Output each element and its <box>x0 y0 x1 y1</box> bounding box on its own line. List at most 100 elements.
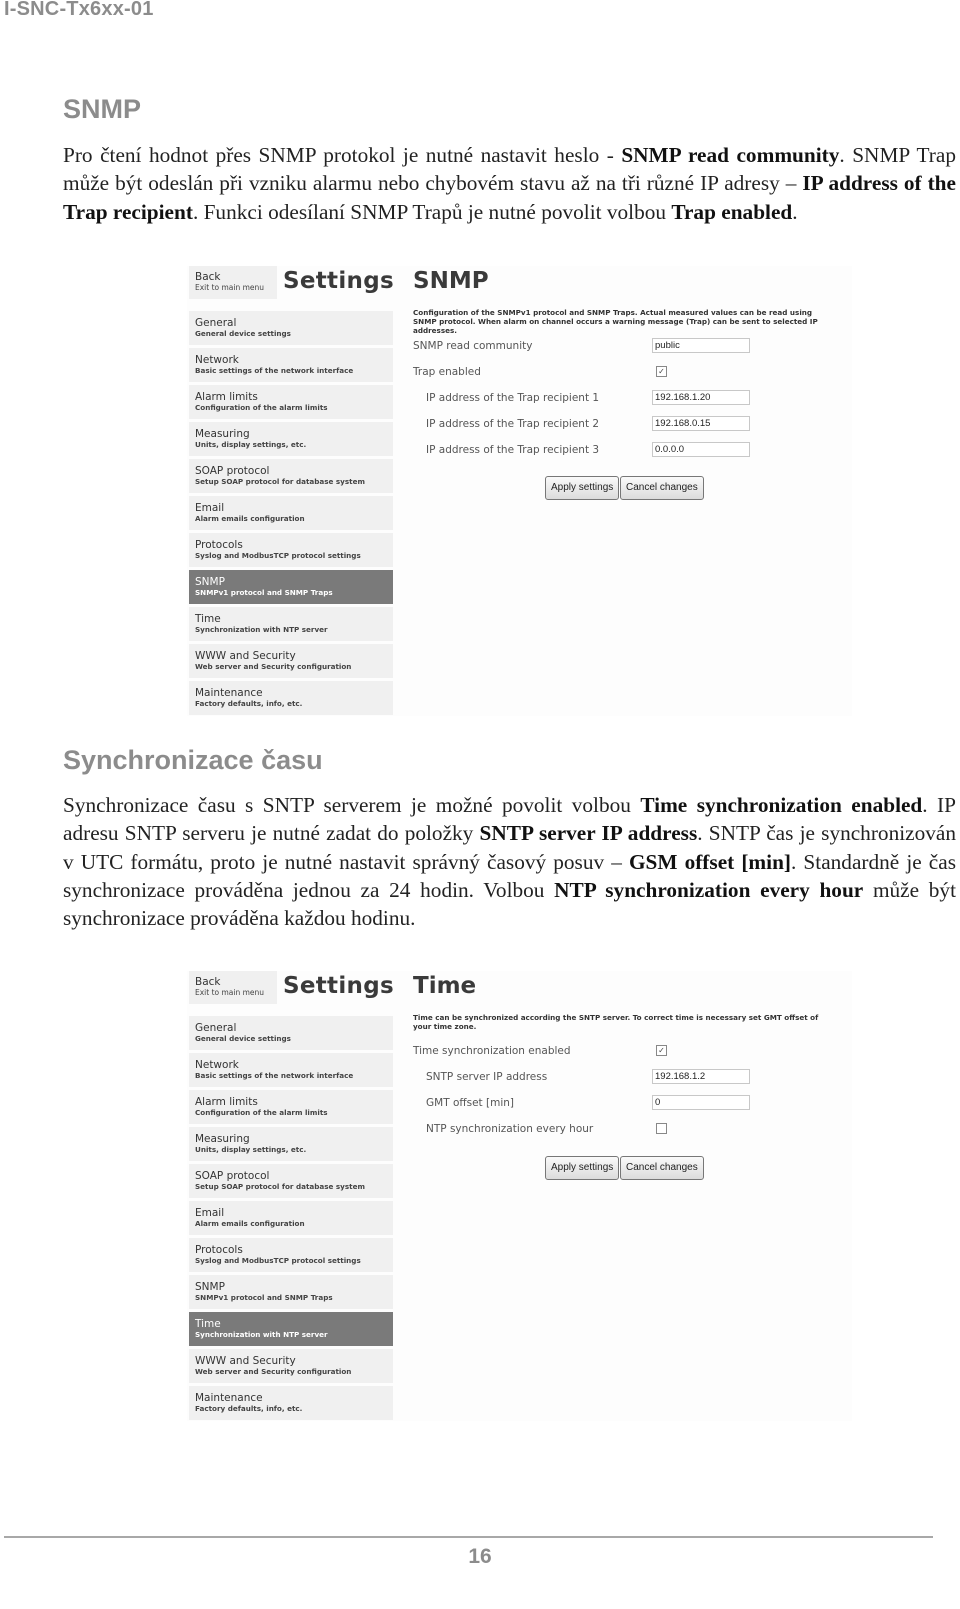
bold-term: SNTP server IP address <box>479 821 698 846</box>
nav-item-title: Network <box>195 354 239 366</box>
nav-item-network[interactable]: Network Basic settings of the network int… <box>189 348 393 382</box>
ntp-every-hour-label: NTP synchronization every hour <box>426 1123 594 1135</box>
nav-item-alarm-limits[interactable]: Alarm limits Configuration of the alarm l… <box>189 1090 393 1124</box>
page-description: Time can be synchronized according the S… <box>413 1013 819 1031</box>
nav-item-measuring[interactable]: Measuring Units, display settings, etc. <box>189 422 393 456</box>
sntp-server-ip-input[interactable] <box>652 1069 750 1084</box>
cancel-changes-button[interactable]: Cancel changes <box>620 476 704 500</box>
trap-recipient-3-input[interactable] <box>652 442 750 457</box>
settings-nav: General General device settings Network Bas… <box>189 1016 393 1423</box>
trap-enabled-label: Trap enabled <box>413 366 481 378</box>
nav-item-email[interactable]: Email Alarm emails configuration <box>189 1201 393 1235</box>
nav-item-general[interactable]: General General device settings <box>189 311 393 345</box>
ntp-every-hour-row: NTP synchronization every hour <box>413 1121 853 1141</box>
nav-item-subtitle: Synchronization with NTP server <box>195 1330 328 1339</box>
trap-recipient-2-label: IP address of the Trap recipient 2 <box>426 418 600 430</box>
trap-recipient-1-input[interactable] <box>652 390 750 405</box>
nav-item-title: SOAP protocol <box>195 465 270 477</box>
page-description: Configuration of the SNMPv1 protocol and… <box>413 308 818 335</box>
nav-item-subtitle: Units, display settings, etc. <box>195 1145 307 1154</box>
bold-term: NTP synchronization every hour <box>554 877 864 902</box>
nav-item-title: Maintenance <box>195 1392 263 1404</box>
snmp-settings-screenshot: Back Exit to main menu Settings General G… <box>187 266 852 716</box>
nav-item-time[interactable]: Time Synchronization with NTP server <box>189 1312 393 1346</box>
nav-item-protocols[interactable]: Protocols Syslog and ModbusTCP protocol s… <box>189 1238 393 1272</box>
nav-item-subtitle: Setup SOAP protocol for database system <box>195 1182 365 1191</box>
settings-nav: General General device settings Network Bas… <box>189 311 393 718</box>
nav-item-title: Maintenance <box>195 687 263 699</box>
footer-divider <box>4 1536 933 1538</box>
nav-item-subtitle: Basic settings of the network interface <box>195 366 354 375</box>
nav-item-email[interactable]: Email Alarm emails configuration <box>189 496 393 530</box>
nav-item-network[interactable]: Network Basic settings of the network int… <box>189 1053 393 1087</box>
gmt-offset-input[interactable] <box>652 1095 750 1110</box>
nav-item-subtitle: Synchronization with NTP server <box>195 625 328 634</box>
nav-item-title: WWW and Security <box>195 1355 296 1367</box>
nav-item-alarm-limits[interactable]: Alarm limits Configuration of the alarm l… <box>189 385 393 419</box>
nav-item-subtitle: Configuration of the alarm limits <box>195 1108 328 1117</box>
nav-item-www-and-security[interactable]: WWW and Security Web server and Security … <box>189 1349 393 1383</box>
nav-item-title: Protocols <box>195 539 243 551</box>
time-sync-enabled-label: Time synchronization enabled <box>413 1045 571 1057</box>
nav-item-soap-protocol[interactable]: SOAP protocol Setup SOAP protocol for dat… <box>189 459 393 493</box>
back-title: Back <box>195 271 221 283</box>
trap-recipient-3-label: IP address of the Trap recipient 3 <box>426 444 600 456</box>
nav-item-title: SOAP protocol <box>195 1170 270 1182</box>
ntp-every-hour-checkbox[interactable] <box>656 1123 667 1134</box>
nav-item-general[interactable]: General General device settings <box>189 1016 393 1050</box>
nav-item-www-and-security[interactable]: WWW and Security Web server and Security … <box>189 644 393 678</box>
page-number: 16 <box>468 1545 492 1568</box>
nav-item-title: Time <box>195 1318 221 1330</box>
time-sync-enabled-row: Time synchronization enabled ✓ <box>413 1043 853 1063</box>
snmp-read-community-label: SNMP read community <box>413 340 533 352</box>
nav-item-title: General <box>195 317 237 329</box>
nav-item-time[interactable]: Time Synchronization with NTP server <box>189 607 393 641</box>
nav-item-maintenance[interactable]: Maintenance Factory defaults, info, etc. <box>189 1386 393 1420</box>
bold-term: Time synchronization enabled <box>640 793 923 817</box>
document-header: I-SNC-Tx6xx-01 <box>4 0 154 20</box>
nav-item-title: Email <box>195 1207 225 1219</box>
back-subtitle: Exit to main menu <box>195 988 265 997</box>
trap-recipient-3-row: IP address of the Trap recipient 3 <box>413 442 853 462</box>
nav-item-title: SNMP <box>195 576 225 588</box>
nav-item-subtitle: SNMPv1 protocol and SNMP Traps <box>195 1293 333 1302</box>
nav-item-measuring[interactable]: Measuring Units, display settings, etc. <box>189 1127 393 1161</box>
nav-item-snmp[interactable]: SNMP SNMPv1 protocol and SNMP Traps <box>189 1275 393 1309</box>
time-sync-enabled-checkbox[interactable]: ✓ <box>656 1045 667 1056</box>
snmp-paragraph: Pro čtení hodnot přes SNMP protokol je n… <box>63 141 956 226</box>
text-run: Synchronizace času s SNTP serverem je mo… <box>63 793 641 817</box>
bold-term: GSM offset [min] <box>628 849 792 874</box>
trap-enabled-checkbox[interactable]: ✓ <box>656 366 667 377</box>
back-title: Back <box>195 976 221 988</box>
nav-item-maintenance[interactable]: Maintenance Factory defaults, info, etc. <box>189 681 393 715</box>
nav-item-soap-protocol[interactable]: SOAP protocol Setup SOAP protocol for dat… <box>189 1164 393 1198</box>
nav-item-subtitle: General device settings <box>195 1034 291 1043</box>
apply-settings-button[interactable]: Apply settings <box>545 1156 620 1180</box>
nav-item-snmp[interactable]: SNMP SNMPv1 protocol and SNMP Traps <box>189 570 393 604</box>
snmp-read-community-input[interactable] <box>652 338 750 353</box>
settings-title: Settings <box>283 268 394 294</box>
text-run: Pro čtení hodnot přes SNMP protokol je n… <box>63 143 622 167</box>
trap-recipient-2-input[interactable] <box>652 416 750 431</box>
nav-item-subtitle: Configuration of the alarm limits <box>195 403 328 412</box>
nav-item-title: Time <box>195 613 221 625</box>
nav-item-subtitle: Syslog and ModbusTCP protocol settings <box>195 1256 361 1265</box>
trap-recipient-2-row: IP address of the Trap recipient 2 <box>413 416 853 436</box>
snmp-read-community-row: SNMP read community <box>413 338 853 358</box>
nav-item-title: Email <box>195 502 225 514</box>
nav-item-subtitle: General device settings <box>195 329 291 338</box>
back-button[interactable]: Back Exit to main menu <box>189 971 277 1004</box>
nav-item-title: Alarm limits <box>195 1096 258 1108</box>
trap-recipient-1-row: IP address of the Trap recipient 1 <box>413 390 853 410</box>
back-button[interactable]: Back Exit to main menu <box>189 266 277 299</box>
time-paragraph: Synchronizace času s SNTP serverem je mo… <box>63 791 956 932</box>
settings-title: Settings <box>283 973 394 999</box>
apply-settings-button[interactable]: Apply settings <box>545 476 620 500</box>
nav-item-subtitle: Basic settings of the network interface <box>195 1071 354 1080</box>
nav-item-subtitle: Web server and Security configuration <box>195 662 352 671</box>
cancel-changes-button[interactable]: Cancel changes <box>620 1156 704 1180</box>
nav-item-protocols[interactable]: Protocols Syslog and ModbusTCP protocol s… <box>189 533 393 567</box>
text-run: . Funkci odesílaní SNMP Trapů je nutné p… <box>192 199 672 224</box>
nav-item-subtitle: Alarm emails configuration <box>195 1219 305 1228</box>
bold-term: Trap enabled <box>671 199 793 224</box>
